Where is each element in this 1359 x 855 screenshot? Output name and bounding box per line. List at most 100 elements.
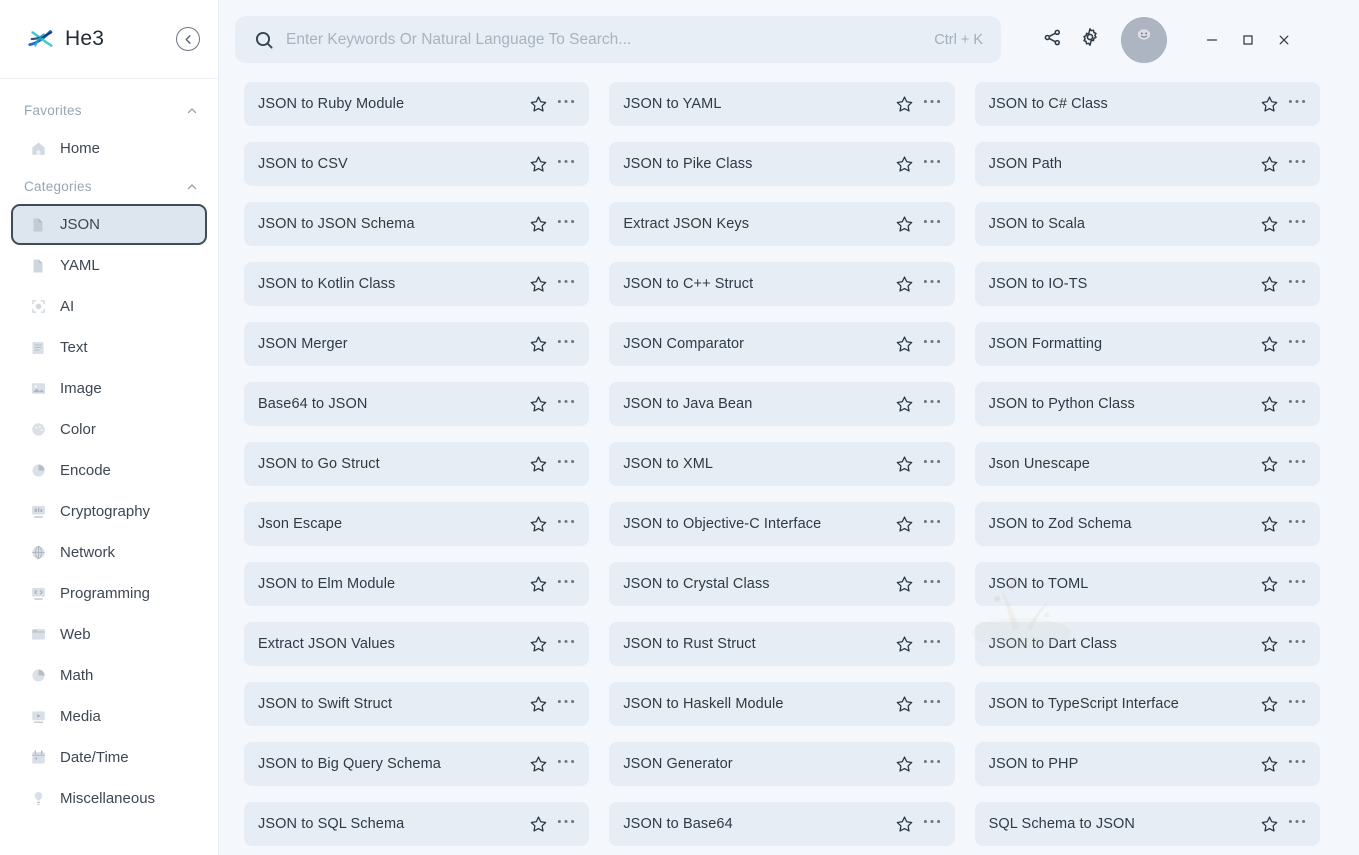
tool-card[interactable]: JSON Comparator — [609, 322, 955, 366]
star-icon[interactable] — [895, 635, 914, 654]
star-icon[interactable] — [1260, 95, 1279, 114]
star-icon[interactable] — [529, 515, 548, 534]
settings-button[interactable] — [1073, 23, 1107, 57]
star-icon[interactable] — [895, 335, 914, 354]
more-options-icon[interactable] — [557, 159, 575, 170]
tool-card[interactable]: JSON to IO-TS — [974, 262, 1320, 306]
sidebar-collapse-button[interactable] — [176, 27, 200, 51]
star-icon[interactable] — [895, 155, 914, 174]
more-options-icon[interactable] — [923, 159, 941, 170]
sidebar-item-image[interactable]: Image — [11, 368, 207, 409]
star-icon[interactable] — [529, 635, 548, 654]
sidebar-item-date-time[interactable]: Date/Time — [11, 737, 207, 778]
tool-card[interactable]: JSON to Objective-C Interface — [609, 502, 955, 546]
star-icon[interactable] — [1260, 215, 1279, 234]
star-icon[interactable] — [529, 95, 548, 114]
star-icon[interactable] — [529, 695, 548, 714]
star-icon[interactable] — [1260, 455, 1279, 474]
more-options-icon[interactable] — [1288, 699, 1306, 710]
star-icon[interactable] — [1260, 275, 1279, 294]
sidebar-group-categories[interactable]: Categories — [0, 169, 218, 204]
more-options-icon[interactable] — [923, 759, 941, 770]
maximize-button[interactable] — [1233, 25, 1263, 55]
more-options-icon[interactable] — [923, 579, 941, 590]
tool-card[interactable]: JSON to Go Struct — [244, 442, 590, 486]
more-options-icon[interactable] — [1288, 579, 1306, 590]
star-icon[interactable] — [1260, 635, 1279, 654]
tool-card[interactable]: JSON to C++ Struct — [609, 262, 955, 306]
star-icon[interactable] — [529, 215, 548, 234]
minimize-button[interactable] — [1197, 25, 1227, 55]
more-options-icon[interactable] — [923, 399, 941, 410]
tool-card[interactable]: Base64 to JSON — [244, 382, 590, 426]
more-options-icon[interactable] — [557, 219, 575, 230]
star-icon[interactable] — [529, 455, 548, 474]
more-options-icon[interactable] — [923, 219, 941, 230]
sidebar-item-json[interactable]: JSON — [11, 204, 207, 245]
star-icon[interactable] — [895, 395, 914, 414]
more-options-icon[interactable] — [1288, 339, 1306, 350]
tool-card[interactable]: JSON to Scala — [974, 202, 1320, 246]
tool-card[interactable]: JSON to Java Bean — [609, 382, 955, 426]
tool-card[interactable]: JSON to JSON Schema — [244, 202, 590, 246]
sidebar-item-programming[interactable]: Programming — [11, 573, 207, 614]
star-icon[interactable] — [1260, 575, 1279, 594]
sidebar-item-color[interactable]: Color — [11, 409, 207, 450]
tool-card[interactable]: JSON Path — [974, 142, 1320, 186]
tool-card[interactable]: JSON to Haskell Module — [609, 682, 955, 726]
more-options-icon[interactable] — [557, 519, 575, 530]
tool-card[interactable]: JSON to YAML — [609, 82, 955, 126]
tool-card[interactable]: JSON to Dart Class — [974, 622, 1320, 666]
tool-card[interactable]: Extract JSON Values — [244, 622, 590, 666]
star-icon[interactable] — [895, 455, 914, 474]
more-options-icon[interactable] — [1288, 279, 1306, 290]
more-options-icon[interactable] — [557, 459, 575, 470]
more-options-icon[interactable] — [557, 759, 575, 770]
more-options-icon[interactable] — [557, 639, 575, 650]
more-options-icon[interactable] — [1288, 159, 1306, 170]
tool-card[interactable]: JSON Merger — [244, 322, 590, 366]
tool-card[interactable]: JSON to Crystal Class — [609, 562, 955, 606]
tool-card[interactable]: Json Escape — [244, 502, 590, 546]
star-icon[interactable] — [895, 515, 914, 534]
more-options-icon[interactable] — [1288, 459, 1306, 470]
tool-card[interactable]: JSON to TOML — [974, 562, 1320, 606]
more-options-icon[interactable] — [1288, 759, 1306, 770]
star-icon[interactable] — [895, 815, 914, 834]
tool-card[interactable]: JSON to XML — [609, 442, 955, 486]
tool-card[interactable]: JSON to PHP — [974, 742, 1320, 786]
tool-card[interactable]: JSON to CSV — [244, 142, 590, 186]
star-icon[interactable] — [1260, 695, 1279, 714]
sidebar-item-math[interactable]: Math — [11, 655, 207, 696]
tool-card[interactable]: JSON to Big Query Schema — [244, 742, 590, 786]
sidebar-item-text[interactable]: Text — [11, 327, 207, 368]
tool-card[interactable]: Json Unescape — [974, 442, 1320, 486]
more-options-icon[interactable] — [557, 699, 575, 710]
star-icon[interactable] — [529, 755, 548, 774]
share-button[interactable] — [1035, 23, 1069, 57]
more-options-icon[interactable] — [557, 99, 575, 110]
star-icon[interactable] — [1260, 155, 1279, 174]
more-options-icon[interactable] — [1288, 519, 1306, 530]
more-options-icon[interactable] — [1288, 99, 1306, 110]
tool-card[interactable]: JSON to C# Class — [974, 82, 1320, 126]
star-icon[interactable] — [1260, 395, 1279, 414]
star-icon[interactable] — [529, 275, 548, 294]
sidebar-item-network[interactable]: Network — [11, 532, 207, 573]
more-options-icon[interactable] — [1288, 399, 1306, 410]
sidebar-item-ai[interactable]: AI — [11, 286, 207, 327]
star-icon[interactable] — [895, 215, 914, 234]
tool-card[interactable]: JSON to Zod Schema — [974, 502, 1320, 546]
sidebar-item-home[interactable]: Home — [11, 128, 207, 169]
star-icon[interactable] — [529, 395, 548, 414]
more-options-icon[interactable] — [557, 399, 575, 410]
close-button[interactable] — [1269, 25, 1299, 55]
sidebar-item-cryptography[interactable]: Cryptography — [11, 491, 207, 532]
star-icon[interactable] — [529, 155, 548, 174]
star-icon[interactable] — [895, 755, 914, 774]
star-icon[interactable] — [895, 95, 914, 114]
tool-card[interactable]: JSON Formatting — [974, 322, 1320, 366]
more-options-icon[interactable] — [923, 339, 941, 350]
more-options-icon[interactable] — [557, 339, 575, 350]
tool-card[interactable]: JSON to Elm Module — [244, 562, 590, 606]
